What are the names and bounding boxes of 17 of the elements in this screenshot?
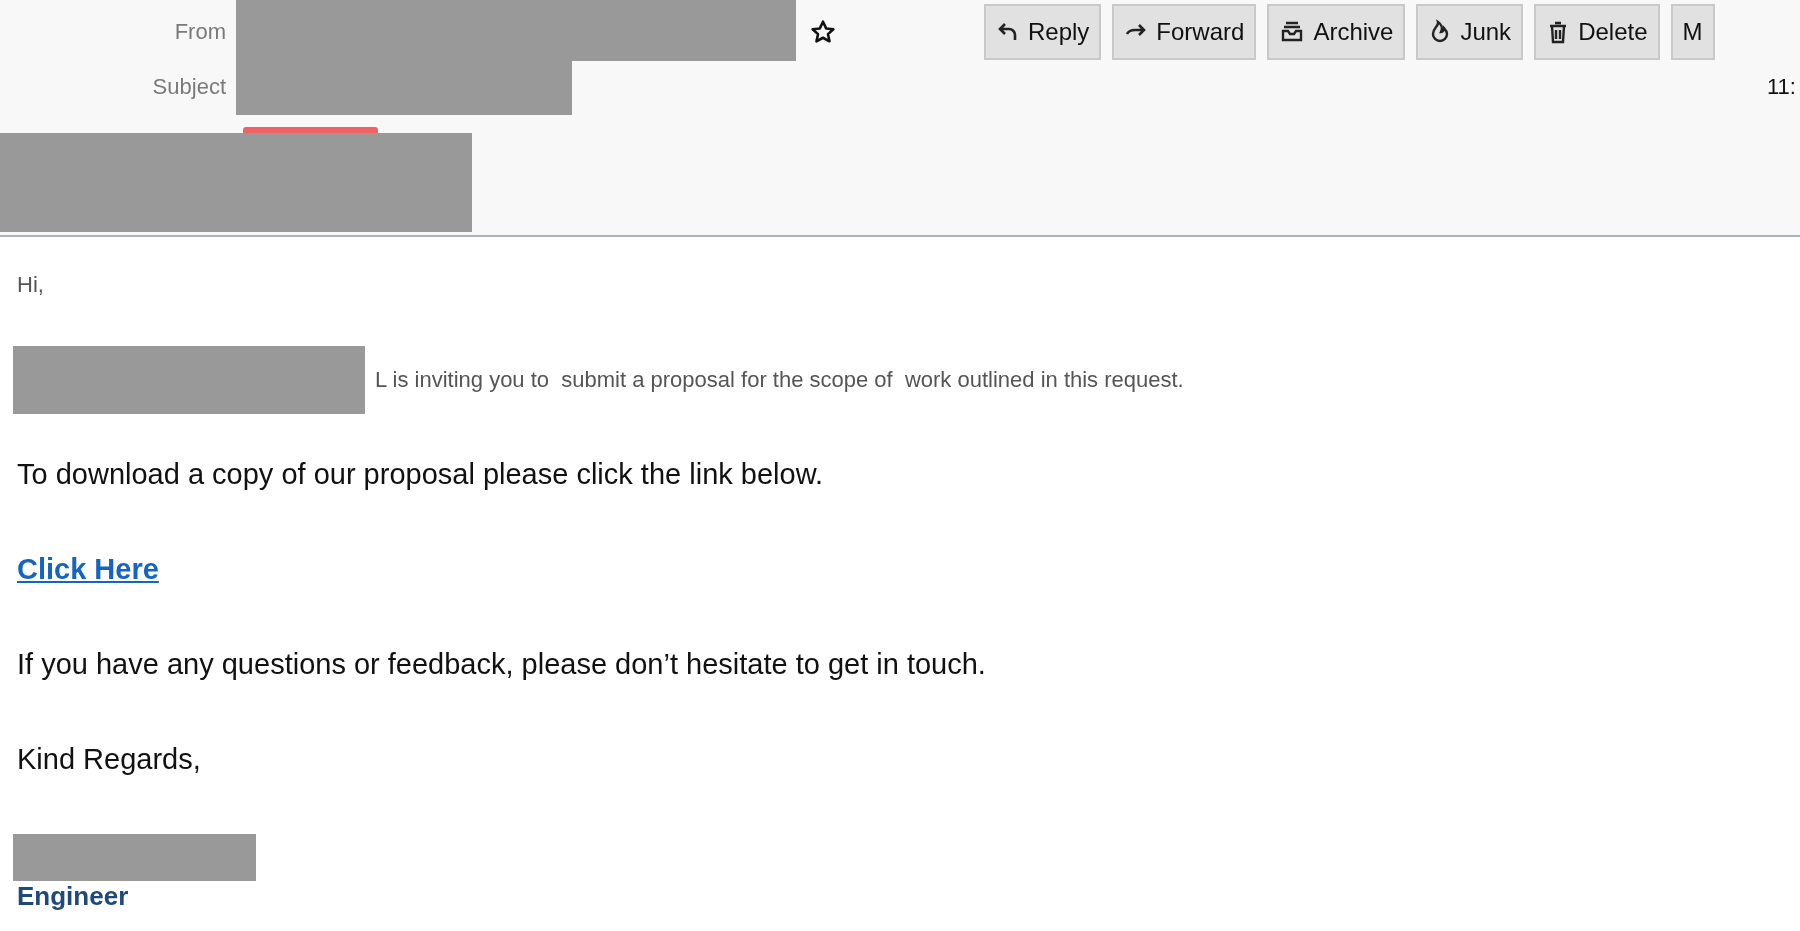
from-label: From — [173, 19, 226, 45]
body-text: If you have any questions or feedback, please don’t hesitate to get in touch. — [17, 648, 986, 681]
body-text: To download a copy of our proposal please click the link below. — [17, 458, 824, 491]
body-text: Kind Regards, — [17, 743, 201, 776]
reply-button[interactable]: Reply — [984, 4, 1102, 60]
signature-title: Engineer — [17, 881, 130, 911]
greeting-text: Hi, — [17, 271, 44, 298]
click-here-link[interactable]: Click Here — [17, 553, 159, 586]
star-icon[interactable] — [810, 19, 836, 45]
forward-button[interactable]: Forward — [1112, 4, 1257, 60]
subject-label: Subject — [151, 74, 226, 100]
time-text: 11: — [1767, 74, 1797, 100]
toolbar-button[interactable]: M — [1670, 4, 1715, 60]
junk-button[interactable]: Junk — [1416, 4, 1524, 60]
body-text: L is inviting you to submit a proposal for the scope of work outlined in this request. — [375, 366, 1184, 393]
archive-button[interactable]: Archive — [1267, 4, 1406, 60]
delete-button[interactable]: Delete — [1534, 4, 1660, 60]
